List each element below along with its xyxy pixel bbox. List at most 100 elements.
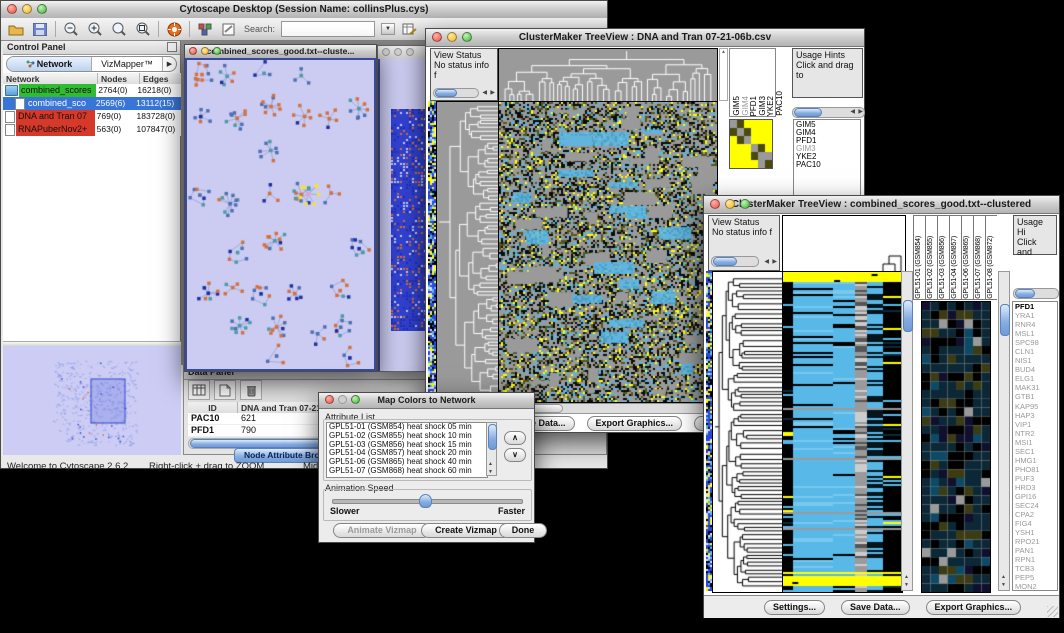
- minimize-icon[interactable]: [447, 32, 457, 42]
- tv1-column-label[interactable]: YKE2: [767, 96, 775, 116]
- network-graph-canvas[interactable]: [187, 60, 374, 369]
- tv1-heatmap[interactable]: [498, 101, 718, 403]
- gene-label[interactable]: HRD3: [1015, 483, 1057, 492]
- tv2-zoom-heatmap[interactable]: [921, 301, 991, 593]
- tv2-heatmap[interactable]: [782, 271, 903, 593]
- gene-label[interactable]: YRA1: [1015, 311, 1057, 320]
- tv2-column-label-cell[interactable]: GPL51-03 (GSM856): [937, 216, 949, 300]
- scroll-up-icon[interactable]: ▲: [488, 461, 493, 467]
- zoom-selected-icon[interactable]: [110, 21, 128, 37]
- main-titlebar[interactable]: Cytoscape Desktop (Session Name: collins…: [1, 1, 607, 19]
- zoom-window-icon[interactable]: [462, 32, 472, 42]
- zoom-out-icon[interactable]: [62, 21, 80, 37]
- gene-label[interactable]: NTR2: [1015, 429, 1057, 438]
- gene-label[interactable]: PUF3: [1015, 474, 1057, 483]
- scroll-up-icon[interactable]: ▲: [904, 574, 909, 580]
- tv1-row-label[interactable]: PAC10: [796, 161, 858, 169]
- scroll-left-icon[interactable]: ◀: [764, 257, 769, 267]
- dialog-titlebar[interactable]: Map Colors to Network: [319, 393, 534, 409]
- scroll-right-icon[interactable]: ▶: [490, 88, 495, 98]
- gene-label[interactable]: SEC24: [1015, 501, 1057, 510]
- gene-label[interactable]: CPA2: [1015, 510, 1057, 519]
- resize-grip[interactable]: [1047, 606, 1058, 617]
- done-button[interactable]: Done: [499, 523, 547, 538]
- attribute-list-vscrollbar[interactable]: ▲ ▼: [486, 422, 497, 476]
- new-attribute-icon[interactable]: [214, 380, 236, 400]
- scrollbar-thumb[interactable]: [903, 300, 913, 332]
- tv2-column-label-cell[interactable]: GPL51-01 (GSM854): [913, 216, 925, 300]
- close-icon[interactable]: [432, 32, 442, 42]
- network-row[interactable]: RNAPuberNov2+563(0)107847(0): [3, 123, 181, 136]
- tv1-global-overview-strip[interactable]: [428, 101, 436, 401]
- gene-label[interactable]: GTB1: [1015, 392, 1057, 401]
- treeview2-titlebar[interactable]: ClusterMaker TreeView : combined_scores_…: [704, 196, 1059, 214]
- settings-button[interactable]: Settings...: [764, 600, 825, 615]
- tv1-scroll-gutter[interactable]: ▲: [719, 48, 728, 101]
- background-window-titlebar[interactable]: [378, 46, 429, 60]
- zoom-window-icon[interactable]: [351, 395, 360, 404]
- tv1-column-label[interactable]: GIM5: [733, 96, 741, 116]
- search-input[interactable]: [281, 21, 375, 37]
- gene-label[interactable]: PHO81: [1015, 465, 1057, 474]
- minimize-icon[interactable]: [394, 48, 402, 56]
- scrollbar-thumb[interactable]: [1015, 289, 1035, 298]
- gene-label[interactable]: RPN1: [1015, 555, 1057, 564]
- gene-label[interactable]: NIS1: [1015, 356, 1057, 365]
- scroll-left-icon[interactable]: ◀: [482, 88, 487, 98]
- gene-label[interactable]: PEP5: [1015, 573, 1057, 582]
- scrollbar-thumb[interactable]: [488, 424, 497, 450]
- gene-label[interactable]: SEC1: [1015, 447, 1057, 456]
- move-down-button[interactable]: ∨: [504, 448, 526, 462]
- network-overview-thumbnail[interactable]: [3, 346, 181, 455]
- tv2-zoom-vscrollbar[interactable]: ▲ ▼: [998, 271, 1010, 591]
- zoom-in-icon[interactable]: [86, 21, 104, 37]
- gene-label[interactable]: GPI16: [1015, 492, 1057, 501]
- gene-label[interactable]: TCB3: [1015, 564, 1057, 573]
- zoom-window-icon[interactable]: [740, 199, 750, 209]
- save-session-icon[interactable]: [31, 21, 49, 37]
- attribute-list-item[interactable]: GPL51-07 (GSM868) heat shock 60 min: [327, 467, 487, 476]
- save-data-button[interactable]: Save Data...: [841, 600, 910, 615]
- scroll-up-icon[interactable]: ▲: [1001, 574, 1006, 580]
- gene-label[interactable]: SPC98: [1015, 338, 1057, 347]
- scrollbar-thumb[interactable]: [435, 89, 457, 97]
- gene-label[interactable]: CLN1: [1015, 347, 1057, 356]
- advanced-search-icon[interactable]: [401, 21, 419, 37]
- scroll-left-icon[interactable]: ◀: [850, 108, 855, 115]
- float-panel-icon[interactable]: [167, 42, 177, 52]
- gene-label[interactable]: HMG1: [1015, 456, 1057, 465]
- gene-label[interactable]: HAP3: [1015, 411, 1057, 420]
- move-up-button[interactable]: ∧: [504, 431, 526, 445]
- gene-label[interactable]: FIG4: [1015, 519, 1057, 528]
- open-session-icon[interactable]: [7, 21, 25, 37]
- scroll-up-icon[interactable]: ▲: [720, 49, 727, 55]
- scrollbar-thumb[interactable]: [713, 257, 737, 266]
- gene-label[interactable]: MON2: [1015, 582, 1057, 591]
- zoom-window-icon[interactable]: [37, 4, 47, 14]
- search-dropdown-icon[interactable]: ▼: [381, 23, 395, 35]
- tv1-zoom-matrix[interactable]: [729, 119, 773, 169]
- tv2-column-label-cell[interactable]: GPL51-04 (GSM857): [949, 216, 961, 300]
- tv1-column-label[interactable]: PFD1: [750, 96, 758, 116]
- scroll-down-icon[interactable]: ▼: [904, 582, 909, 588]
- treeview1-titlebar[interactable]: ClusterMaker TreeView : DNA and Tran 07-…: [426, 29, 864, 47]
- tv2-column-label-cell[interactable]: GPL51-07 (GSM868): [973, 216, 985, 300]
- delete-attribute-icon[interactable]: [240, 380, 262, 400]
- network-row[interactable]: combined_scores2764(0)16218(0): [3, 84, 181, 97]
- animate-vizmap-button[interactable]: Animate Vizmap: [333, 523, 431, 538]
- gene-label[interactable]: BUD4: [1015, 365, 1057, 374]
- tv1-row-dendrogram[interactable]: [436, 101, 500, 403]
- tv2-column-label-cell[interactable]: GPL51-08 (GSM872): [985, 216, 997, 300]
- create-vizmap-button[interactable]: Create Vizmap: [421, 523, 511, 538]
- tv2-column-label-cell[interactable]: GPL51-02 (GSM855): [925, 216, 937, 300]
- gene-label[interactable]: PAN1: [1015, 546, 1057, 555]
- export-graphics-button[interactable]: Export Graphics...: [587, 416, 683, 431]
- tab-vizmapper[interactable]: VizMapper™: [92, 57, 163, 71]
- zoom-fit-icon[interactable]: [134, 21, 152, 37]
- minimize-icon[interactable]: [338, 395, 347, 404]
- network-window-titlebar[interactable]: combined_scores_good.txt--cluste...: [185, 45, 376, 59]
- minimize-icon[interactable]: [22, 4, 32, 14]
- tv2-heatmap-vscrollbar[interactable]: ▲ ▼: [901, 271, 913, 591]
- vizmapper-icon[interactable]: [196, 21, 214, 37]
- more-tabs-icon[interactable]: ▶: [163, 57, 176, 71]
